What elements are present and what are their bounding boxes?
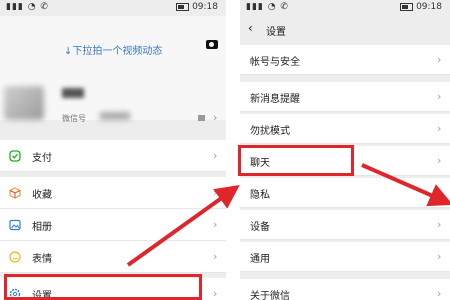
arrow-to-settings-screen	[126, 185, 240, 267]
arrow-to-next-screen	[361, 163, 450, 207]
annotation-arrows	[126, 163, 450, 267]
